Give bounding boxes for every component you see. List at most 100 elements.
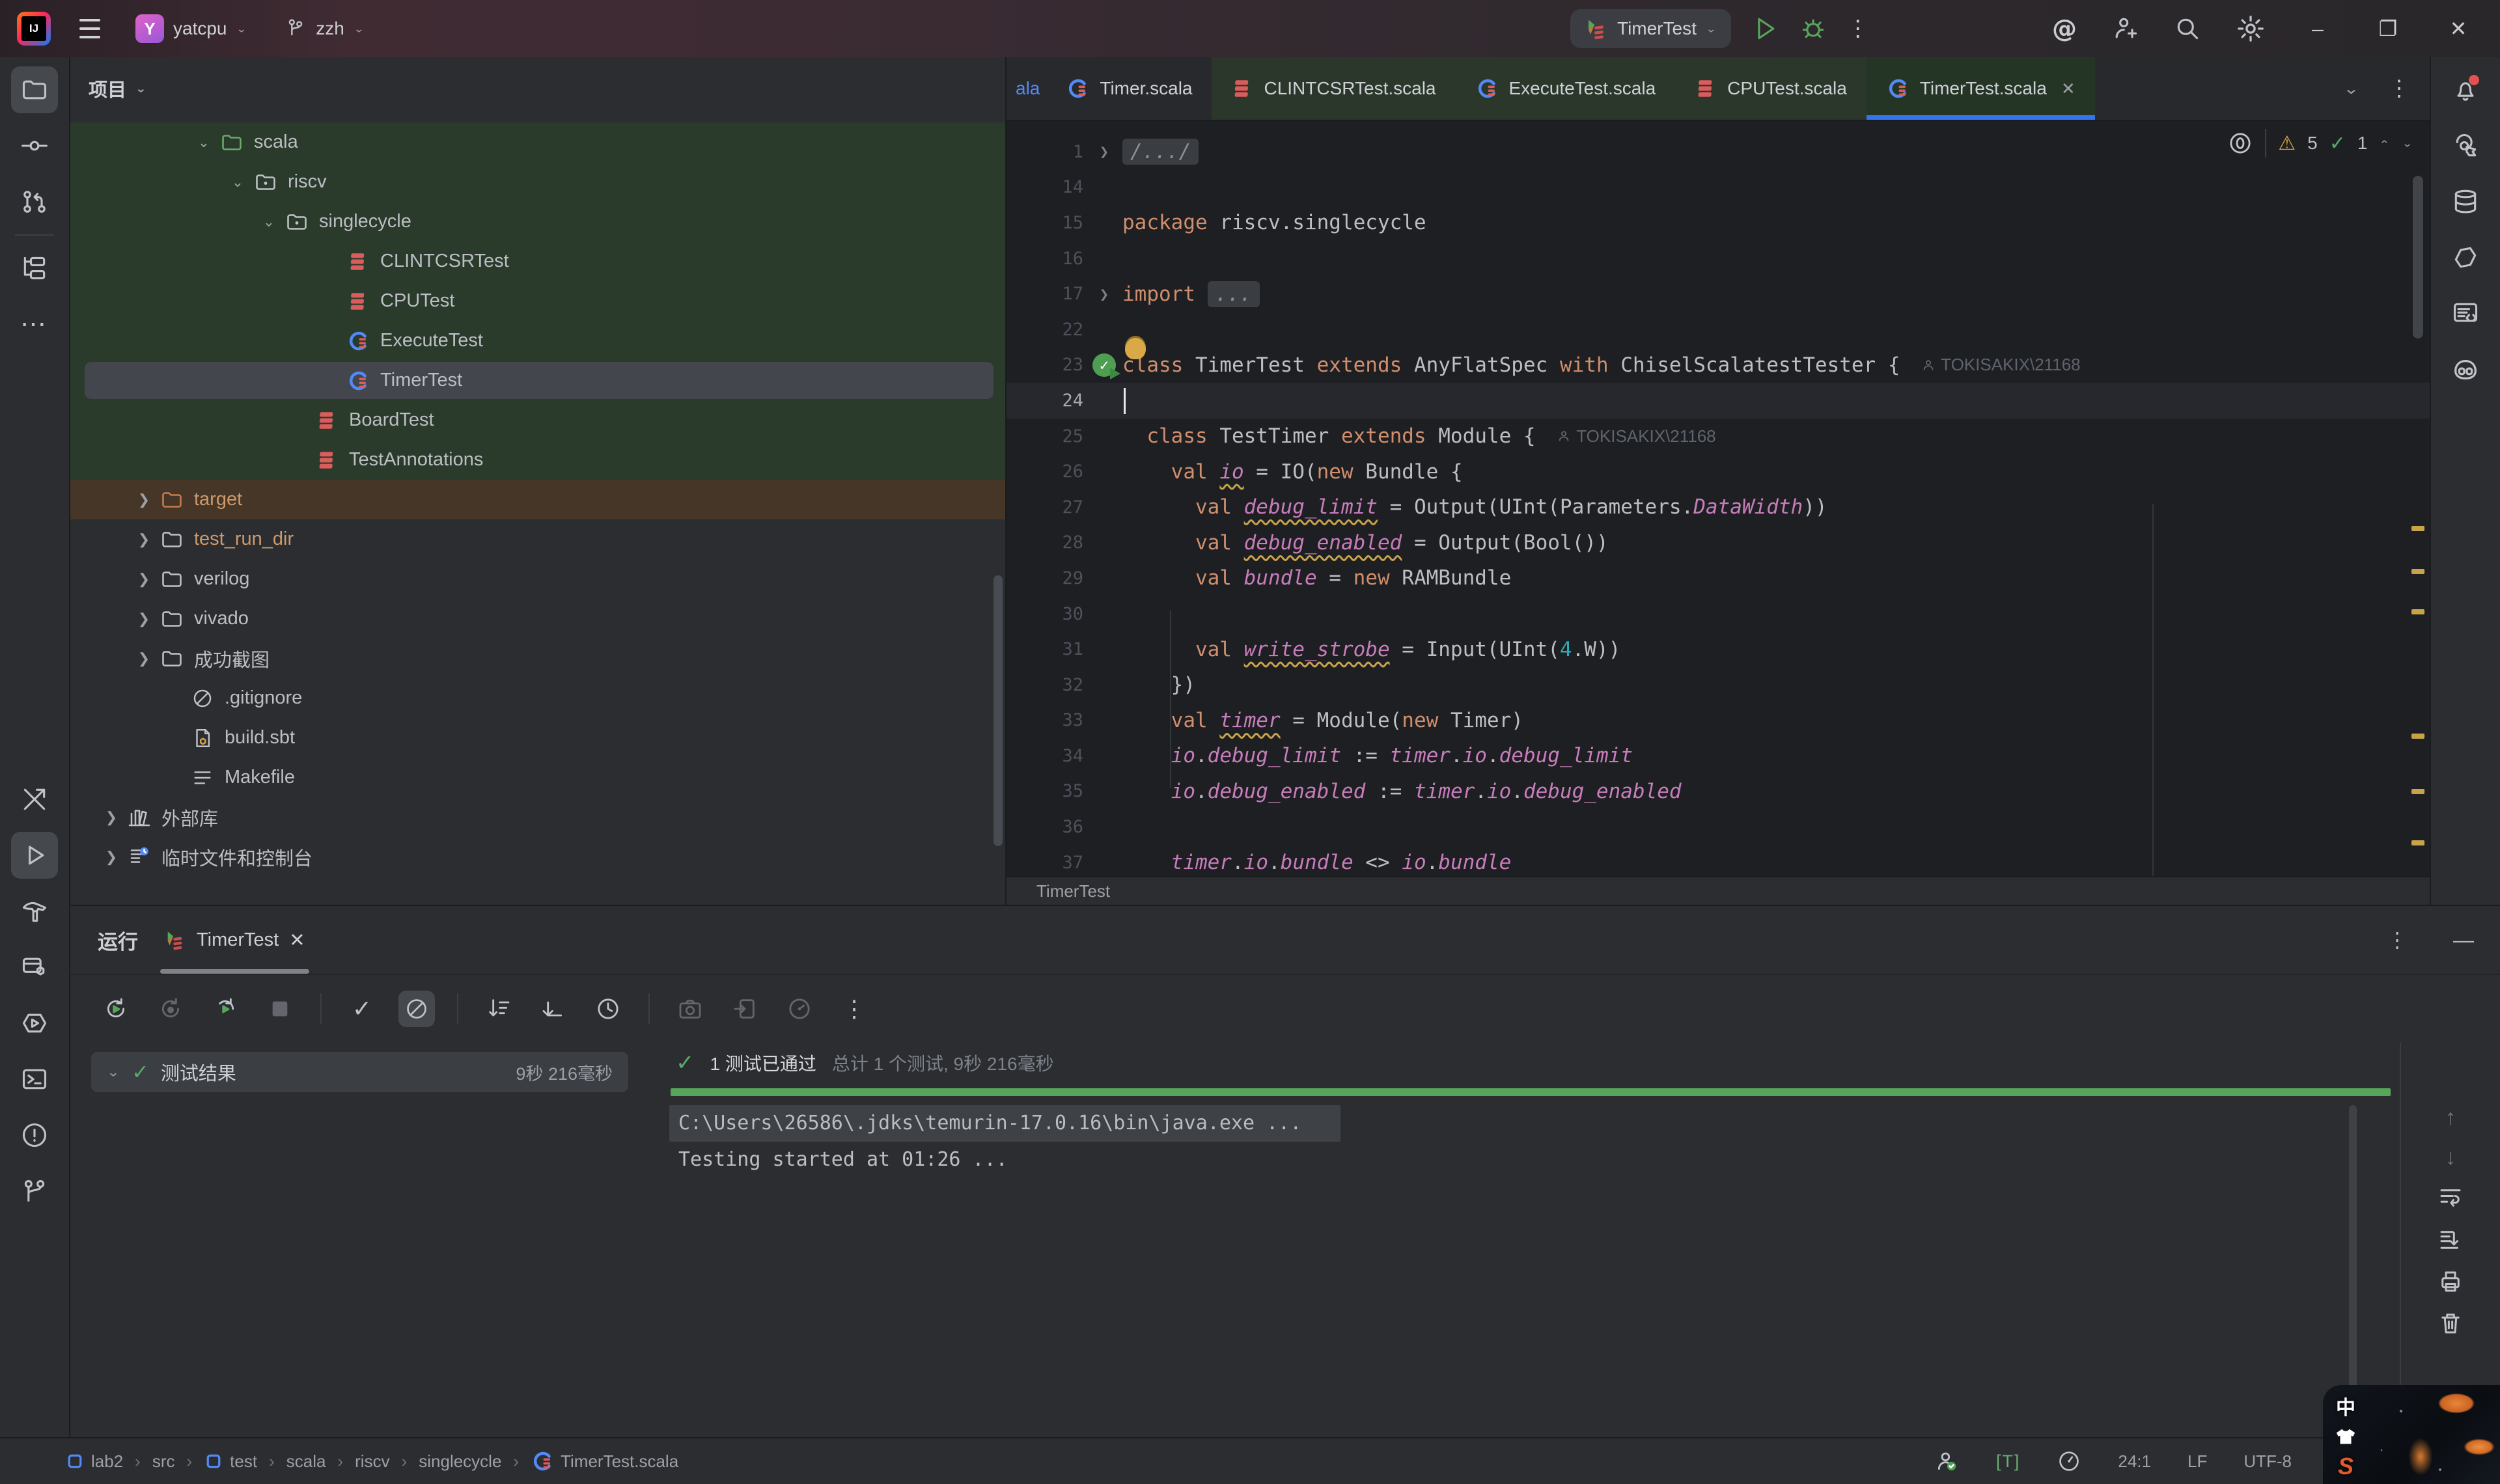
- code-line-25[interactable]: 25 class TestTimer extends Module { TOKI…: [1007, 419, 2430, 454]
- project-selector[interactable]: Y yatcpu ⌄: [129, 9, 253, 48]
- tree-chevron-icon[interactable]: ⌄: [254, 213, 284, 230]
- tree-item-TimerTest[interactable]: TimerTest: [70, 361, 1005, 400]
- tree-item-build.sbt[interactable]: build.sbt: [70, 718, 1005, 758]
- rerun-button[interactable]: [98, 991, 134, 1027]
- tree-chevron-icon[interactable]: ⌄: [189, 134, 219, 151]
- editor-tab-Timer.scala[interactable]: Timer.scala: [1046, 57, 1212, 120]
- translation-plugin-icon[interactable]: [T]: [1996, 1451, 2021, 1472]
- database-tool-button[interactable]: [2442, 178, 2489, 225]
- editor-tab-ala[interactable]: ala: [1007, 57, 1046, 120]
- search-everywhere-icon[interactable]: [2173, 14, 2202, 43]
- code-line-34[interactable]: 34 io.debug_limit := timer.io.debug_limi…: [1007, 738, 2430, 774]
- code-line-33[interactable]: 33 val timer = Module(new Timer): [1007, 703, 2430, 739]
- scroll-to-end-icon[interactable]: [2437, 1226, 2464, 1254]
- tree-chevron-icon[interactable]: ❯: [129, 531, 159, 548]
- run-tool-button[interactable]: [11, 832, 58, 879]
- code-line-15[interactable]: 15package riscv.singlecycle: [1007, 205, 2430, 241]
- test-results-row[interactable]: ⌄ ✓ 测试结果 9秒 216毫秒: [91, 1052, 628, 1092]
- code-line-1[interactable]: 1❯/.../: [1007, 134, 2430, 170]
- show-ignored-button[interactable]: [398, 991, 435, 1027]
- warning-stripe-mark[interactable]: [2411, 734, 2424, 739]
- code-line-14[interactable]: 14: [1007, 170, 2430, 206]
- inspections-widget[interactable]: ⚠ 5 ✓ 1 ⌄ ⌄: [2227, 129, 2413, 158]
- next-issue-icon[interactable]: ⌄: [2402, 137, 2413, 150]
- test-run-gutter-icon[interactable]: ✓: [1092, 353, 1116, 377]
- tree-item-vivado[interactable]: ❯vivado: [70, 599, 1005, 639]
- code-line-29[interactable]: 29 val bundle = new RAMBundle: [1007, 560, 2430, 596]
- code-line-30[interactable]: 30: [1007, 596, 2430, 632]
- sogou-ime-widget[interactable]: 中 S: [2323, 1385, 2500, 1484]
- code-editor[interactable]: 1❯/.../1415package riscv.singlecycle1617…: [1007, 121, 2430, 876]
- code-line-16[interactable]: 16: [1007, 241, 2430, 277]
- rerun-failed-button[interactable]: [152, 991, 189, 1027]
- warning-stripe-mark[interactable]: [2411, 609, 2424, 614]
- file-encoding[interactable]: UTF-8: [2243, 1451, 2292, 1472]
- hide-panel-icon[interactable]: —: [2453, 928, 2474, 952]
- tree-item-.gitignore[interactable]: .gitignore: [70, 678, 1005, 718]
- tree-chevron-icon[interactable]: ❯: [96, 849, 126, 866]
- settings-gear-icon[interactable]: [2236, 14, 2266, 44]
- panel-options-icon[interactable]: ⋮: [2387, 928, 2408, 952]
- intention-bulb-icon[interactable]: [1125, 336, 1146, 359]
- commit-tool-button[interactable]: [11, 122, 58, 169]
- editor-tab-TimerTest.scala[interactable]: TimerTest.scala✕: [1867, 57, 2095, 120]
- tab-options-icon[interactable]: ⋮: [2388, 76, 2410, 102]
- tree-item-scala[interactable]: ⌄scala: [70, 122, 1005, 162]
- tree-item-TestAnnotations[interactable]: TestAnnotations: [70, 440, 1005, 480]
- next-occurrence-icon[interactable]: ↓: [2445, 1145, 2456, 1170]
- code-line-32[interactable]: 32 }): [1007, 667, 2430, 703]
- line-ending[interactable]: LF: [2188, 1451, 2207, 1472]
- code-line-17[interactable]: 17❯import ...: [1007, 276, 2430, 312]
- editor-tab-CPUTest.scala[interactable]: CPUTest.scala: [1675, 57, 1867, 120]
- close-tab-icon[interactable]: ✕: [2061, 79, 2076, 99]
- run-configuration-selector[interactable]: TimerTest ⌄: [1570, 9, 1731, 48]
- project-tree-scrollbar[interactable]: [993, 575, 1003, 846]
- gradle-tool-button[interactable]: [2442, 234, 2489, 281]
- ime-skin-icon[interactable]: [2335, 1427, 2357, 1446]
- run-tab[interactable]: TimerTest ✕: [164, 906, 305, 974]
- user-account-icon[interactable]: [1934, 1448, 1960, 1474]
- run-button[interactable]: [1751, 14, 1779, 43]
- pull-requests-tool-button[interactable]: [11, 178, 58, 225]
- tree-item-Makefile[interactable]: Makefile: [70, 758, 1005, 797]
- tree-item-成功截图[interactable]: ❯成功截图: [70, 639, 1005, 678]
- import-test-results-button[interactable]: [727, 991, 763, 1027]
- restore-button[interactable]: ❐: [2370, 16, 2406, 41]
- tree-item-verilog[interactable]: ❯verilog: [70, 559, 1005, 599]
- project-panel-header[interactable]: 项目 ⌄: [70, 57, 1005, 120]
- status-crumb-scala[interactable]: scala: [286, 1451, 326, 1472]
- tree-item-ExecuteTest[interactable]: ExecuteTest: [70, 321, 1005, 361]
- code-line-28[interactable]: 28 val debug_enabled = Output(Bool()): [1007, 525, 2430, 561]
- structure-tool-button[interactable]: [11, 245, 58, 292]
- fold-arrow-icon[interactable]: ❯: [1100, 143, 1109, 161]
- minimize-button[interactable]: –: [2299, 17, 2336, 41]
- ime-language-indicator[interactable]: 中: [2336, 1392, 2355, 1420]
- ai-assistant-tool-button[interactable]: [2442, 122, 2489, 169]
- tab-list-chevron-icon[interactable]: ⌄: [2343, 79, 2359, 98]
- code-line-35[interactable]: 35 io.debug_enabled := timer.io.debug_en…: [1007, 774, 2430, 810]
- code-line-37[interactable]: 37 timer.io.bundle <> io.bundle: [1007, 845, 2430, 876]
- main-menu-icon[interactable]: [76, 15, 104, 42]
- code-line-27[interactable]: 27 val debug_limit = Output(UInt(Paramet…: [1007, 489, 2430, 525]
- tree-chevron-icon[interactable]: ❯: [129, 650, 159, 667]
- more-run-options-icon[interactable]: ⋮: [1847, 16, 1869, 42]
- tree-item-CPUTest[interactable]: CPUTest: [70, 281, 1005, 321]
- fold-arrow-icon[interactable]: ❯: [1100, 285, 1109, 303]
- tree-item-riscv[interactable]: ⌄riscv: [70, 162, 1005, 202]
- warning-stripe-mark[interactable]: [2411, 569, 2424, 574]
- clear-console-icon[interactable]: [2437, 1310, 2464, 1337]
- debug-button[interactable]: [1799, 14, 1827, 43]
- tree-item-临时文件和控制台[interactable]: ❯临时文件和控制台: [70, 837, 1005, 877]
- notifications-button[interactable]: [2442, 66, 2489, 113]
- sort-alphabetically-button[interactable]: [535, 991, 572, 1027]
- status-crumb-TimerTest.scala[interactable]: TimerTest.scala: [531, 1450, 678, 1473]
- sort-by-suite-button[interactable]: [480, 991, 517, 1027]
- tree-chevron-icon[interactable]: ❯: [96, 809, 126, 826]
- more-tool-windows-button[interactable]: ⋯: [11, 301, 58, 348]
- tree-item-target[interactable]: ❯target: [70, 480, 1005, 519]
- code-line-23[interactable]: 23✓class TimerTest extends AnyFlatSpec w…: [1007, 348, 2430, 383]
- problems-tool-button[interactable]: [11, 1112, 58, 1159]
- more-toolbar-options[interactable]: ⋮: [836, 991, 872, 1027]
- console-scrollbar[interactable]: [2349, 1105, 2357, 1411]
- tree-item-singlecycle[interactable]: ⌄singlecycle: [70, 202, 1005, 241]
